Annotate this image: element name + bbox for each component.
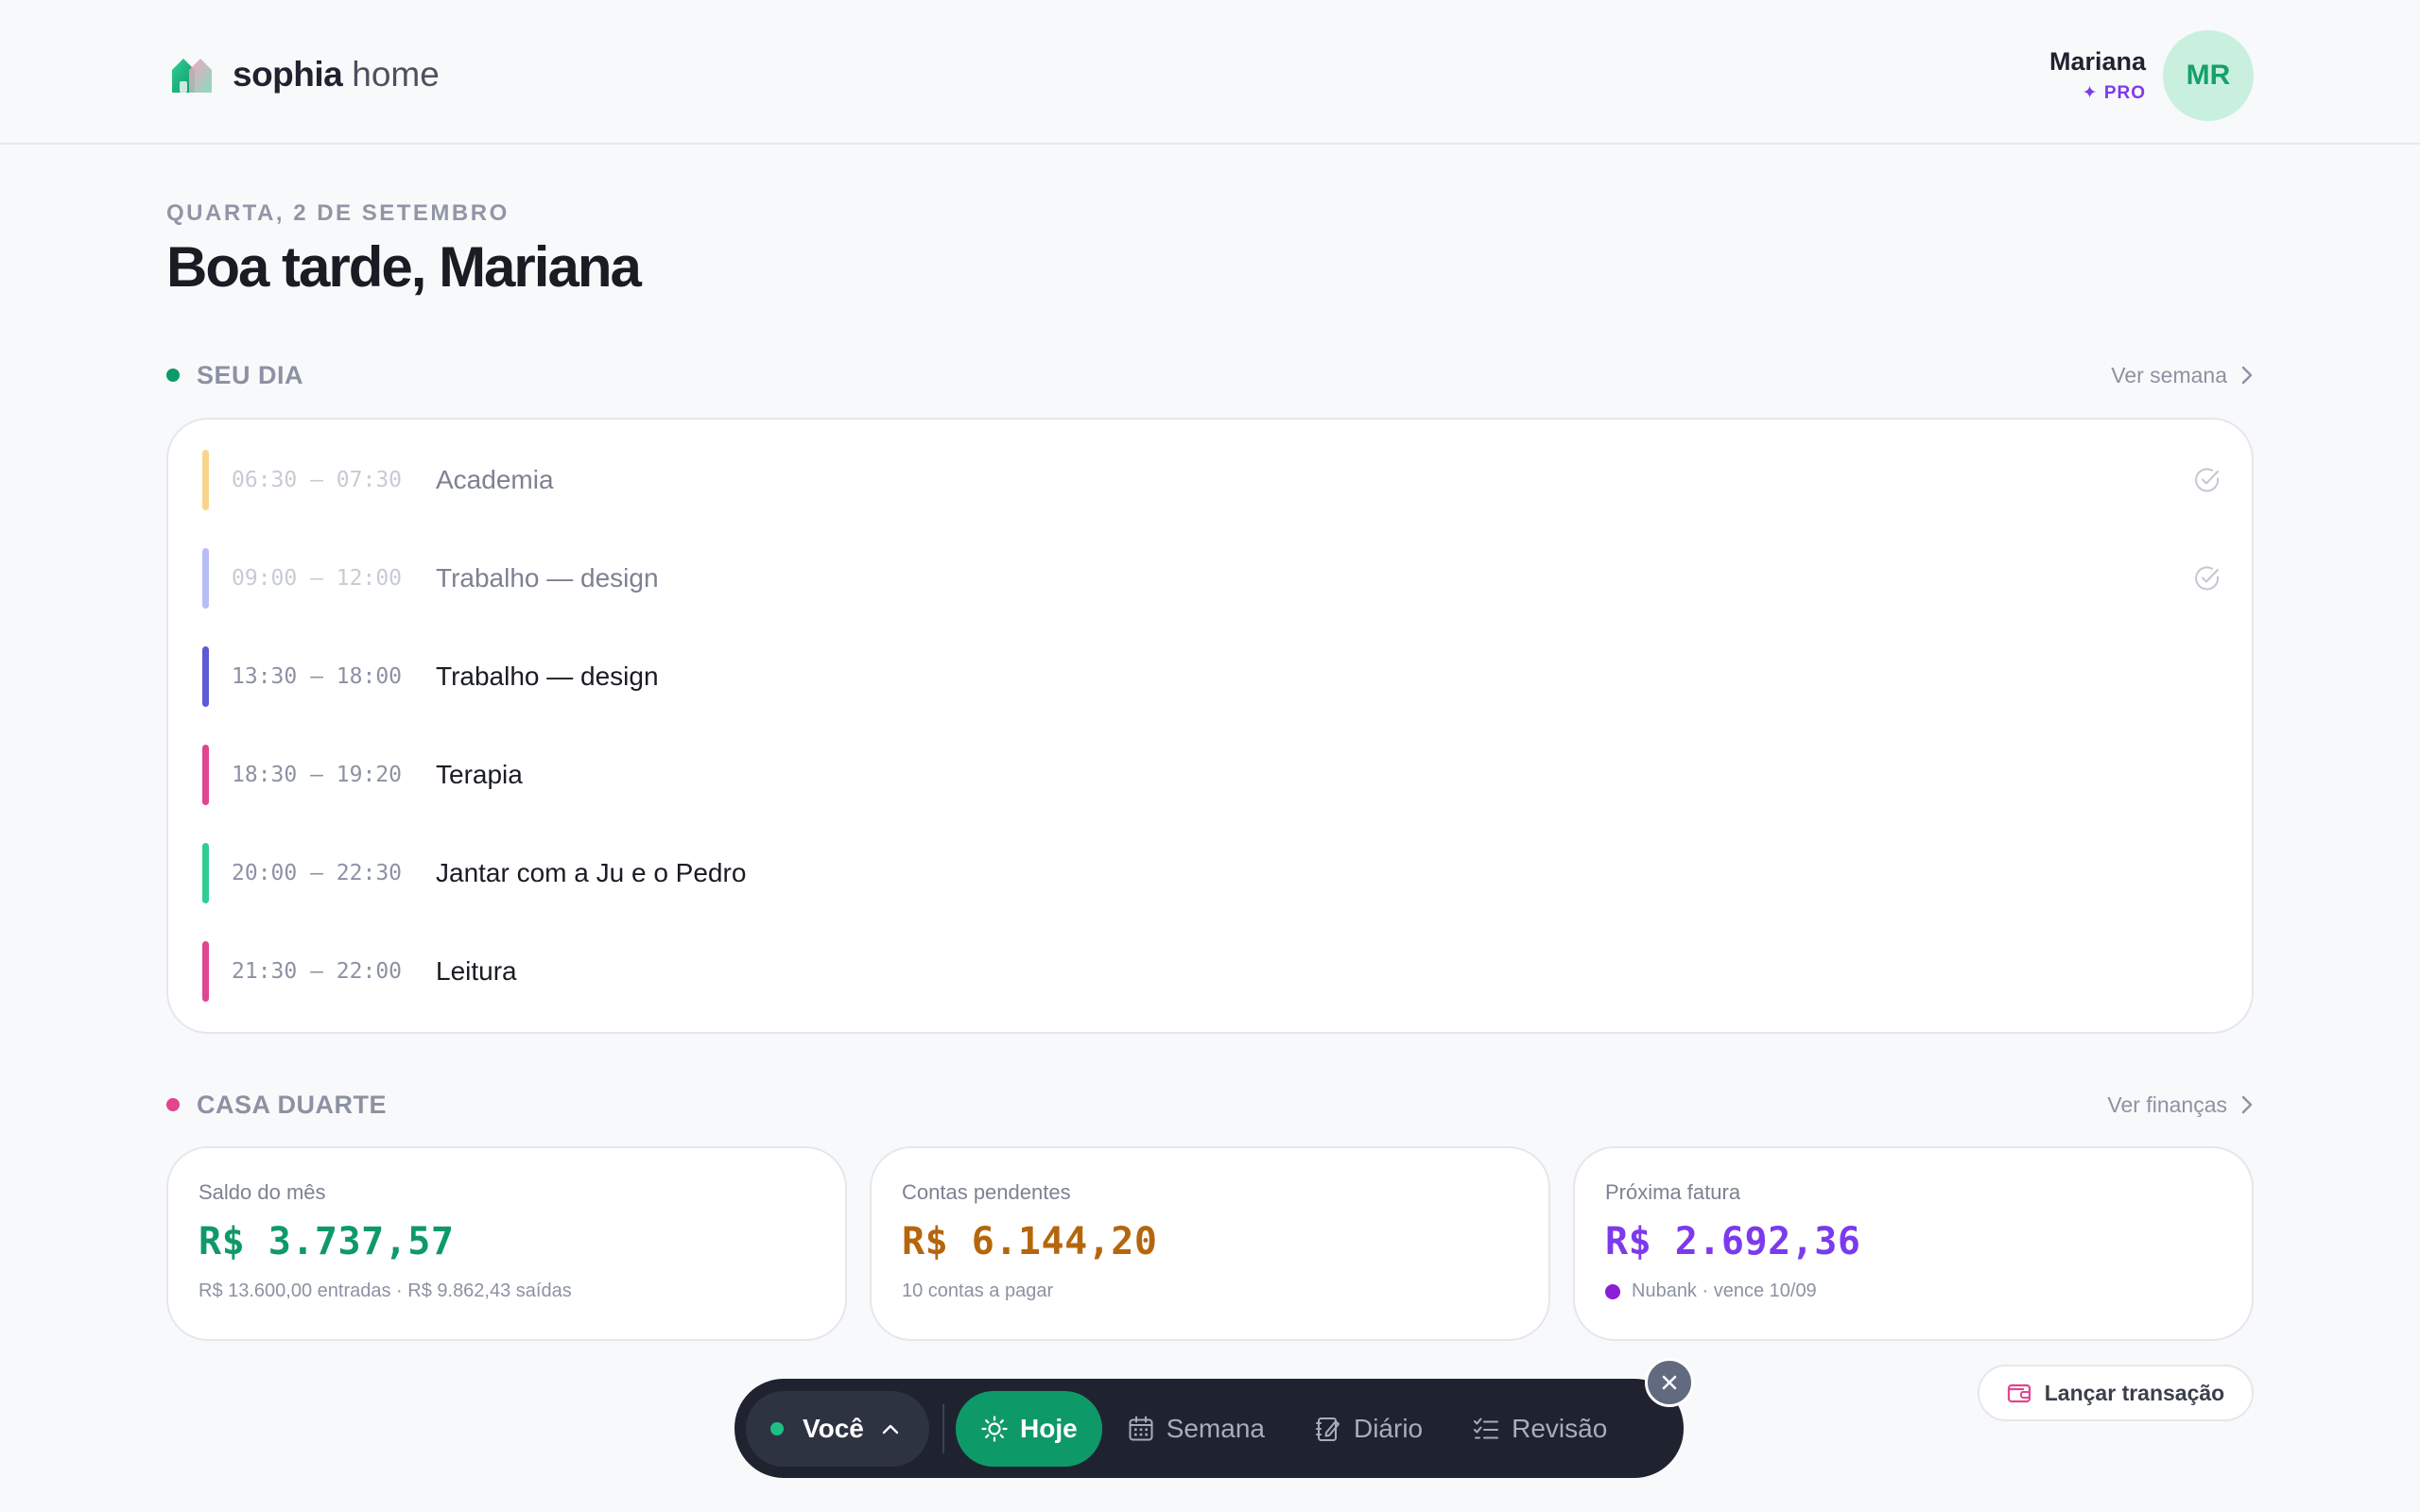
section-dot <box>166 369 180 382</box>
top-bar: sophia home Mariana ✦ PRO MR <box>0 0 2420 145</box>
card-sub-row: Nubank · vence 10/09 <box>1605 1280 2221 1302</box>
tab-review-label: Revisão <box>1512 1413 1608 1443</box>
bank-dot <box>1605 1283 1620 1299</box>
card-value: R$ 6.144,20 <box>902 1220 1158 1263</box>
add-transaction-button[interactable]: Lançar transação <box>1978 1365 2254 1421</box>
event-color-bar <box>202 646 209 707</box>
schedule-event[interactable]: 18:30 – 19:20 Terapia <box>202 745 2221 805</box>
schedule-event[interactable]: 20:00 – 22:30 Jantar com a Ju e o Pedro <box>202 843 2221 903</box>
close-icon <box>1662 1375 1677 1390</box>
event-time: 20:00 – 22:30 <box>232 861 403 885</box>
event-time: 13:30 – 18:00 <box>232 664 403 689</box>
event-color-bar <box>202 843 209 903</box>
checklist-icon <box>1474 1418 1499 1438</box>
see-week-label: Ver semana <box>2111 362 2227 387</box>
event-time: 09:00 – 12:00 <box>232 566 403 591</box>
check-circle-icon[interactable] <box>2193 466 2221 494</box>
status-dot <box>770 1421 784 1435</box>
chevron-right-icon <box>2241 366 2253 385</box>
card-sub: 10 contas a pagar <box>902 1280 1054 1301</box>
card-label: Saldo do mês <box>199 1180 326 1204</box>
house-section-header: CASA DUARTE Ver finanças <box>166 1086 2254 1124</box>
schedule-event[interactable]: 21:30 – 22:00 Leitura <box>202 941 2221 1002</box>
tab-journal[interactable]: Diário <box>1289 1391 1447 1467</box>
tab-journal-label: Diário <box>1353 1413 1424 1443</box>
chevron-up-icon <box>882 1424 899 1434</box>
event-time: 18:30 – 19:20 <box>232 763 403 787</box>
brand-name: sophia <box>233 55 343 94</box>
close-dock-button[interactable] <box>1645 1358 1694 1407</box>
event-title: Trabalho — design <box>436 662 659 691</box>
card-label: Contas pendentes <box>902 1180 1071 1204</box>
bottom-dock: Você Hoje Semana Diário Revisão <box>735 1379 1684 1478</box>
event-title: Academia <box>436 465 554 494</box>
event-title: Jantar com a Ju e o Pedro <box>436 858 747 887</box>
user-menu[interactable]: Mariana ✦ PRO MR <box>2049 30 2254 121</box>
chevron-right-icon <box>2241 1095 2253 1114</box>
profile-switcher-label: Você <box>803 1413 864 1443</box>
brand-suffix: home <box>352 55 440 94</box>
day-section-header: SEU DIA Ver semana <box>166 356 2254 394</box>
event-color-bar <box>202 548 209 609</box>
section-title: CASA DUARTE <box>197 1090 387 1119</box>
see-finances-link[interactable]: Ver finanças <box>2107 1092 2254 1118</box>
tab-week[interactable]: Semana <box>1102 1391 1289 1467</box>
card-label: Próxima fatura <box>1605 1180 1741 1204</box>
event-color-bar <box>202 941 209 1002</box>
tab-review[interactable]: Revisão <box>1447 1391 1632 1467</box>
check-circle-icon[interactable] <box>2193 564 2221 593</box>
event-title: Trabalho — design <box>436 563 659 593</box>
avatar[interactable]: MR <box>2163 30 2254 121</box>
user-text: Mariana ✦ PRO <box>2049 47 2146 104</box>
add-transaction-label: Lançar transação <box>2044 1380 2225 1405</box>
section-title: SEU DIA <box>197 360 304 389</box>
event-time: 21:30 – 22:00 <box>232 959 403 984</box>
schedule-event[interactable]: 13:30 – 18:00 Trabalho — design <box>202 646 2221 707</box>
profile-switcher[interactable]: Você <box>746 1390 929 1467</box>
card-value: R$ 2.692,36 <box>1605 1220 1861 1263</box>
event-title: Leitura <box>436 956 517 986</box>
event-title: Terapia <box>436 760 523 789</box>
event-time: 06:30 – 07:30 <box>232 468 403 492</box>
page-title: Boa tarde, Mariana <box>166 235 642 299</box>
pending-bills-card[interactable]: Contas pendentes R$ 6.144,20 10 contas a… <box>870 1146 1550 1341</box>
brand[interactable]: sophia home <box>170 55 440 94</box>
house-logo-icon <box>172 59 212 93</box>
event-color-bar <box>202 745 209 805</box>
card-value: R$ 3.737,57 <box>199 1220 455 1263</box>
event-color-bar <box>202 450 209 510</box>
journal-icon <box>1315 1417 1340 1441</box>
section-dot <box>166 1098 180 1111</box>
tab-week-label: Semana <box>1166 1413 1265 1443</box>
plan-badge: ✦ PRO <box>2082 83 2146 103</box>
user-name: Mariana <box>2048 47 2146 76</box>
card-sub: R$ 13.600,00 entradas · R$ 9.862,43 saíd… <box>199 1280 572 1301</box>
balance-card[interactable]: Saldo do mês R$ 3.737,57 R$ 13.600,00 en… <box>166 1146 847 1341</box>
schedule-event[interactable]: 09:00 – 12:00 Trabalho — design <box>202 548 2221 609</box>
schedule-card: 06:30 – 07:30 Academia 09:00 – 12:00 Trabal… <box>166 418 2254 1034</box>
card-sub: Nubank · vence 10/09 <box>1632 1280 1817 1301</box>
see-week-link[interactable]: Ver semana <box>2111 363 2254 388</box>
dock-divider <box>942 1403 944 1453</box>
calendar-icon <box>1129 1416 1153 1440</box>
see-finances-label: Ver finanças <box>2107 1091 2227 1117</box>
schedule-event[interactable]: 06:30 – 07:30 Academia <box>202 450 2221 510</box>
date-line: QUARTA, 2 DE SETEMBRO <box>166 200 510 226</box>
next-invoice-card[interactable]: Próxima fatura R$ 2.692,36 Nubank · venc… <box>1573 1146 2254 1341</box>
tab-today[interactable]: Hoje <box>956 1390 1102 1467</box>
tab-today-label: Hoje <box>1020 1413 1078 1443</box>
wallet-icon <box>2007 1383 2031 1403</box>
sun-icon <box>981 1415 1008 1442</box>
